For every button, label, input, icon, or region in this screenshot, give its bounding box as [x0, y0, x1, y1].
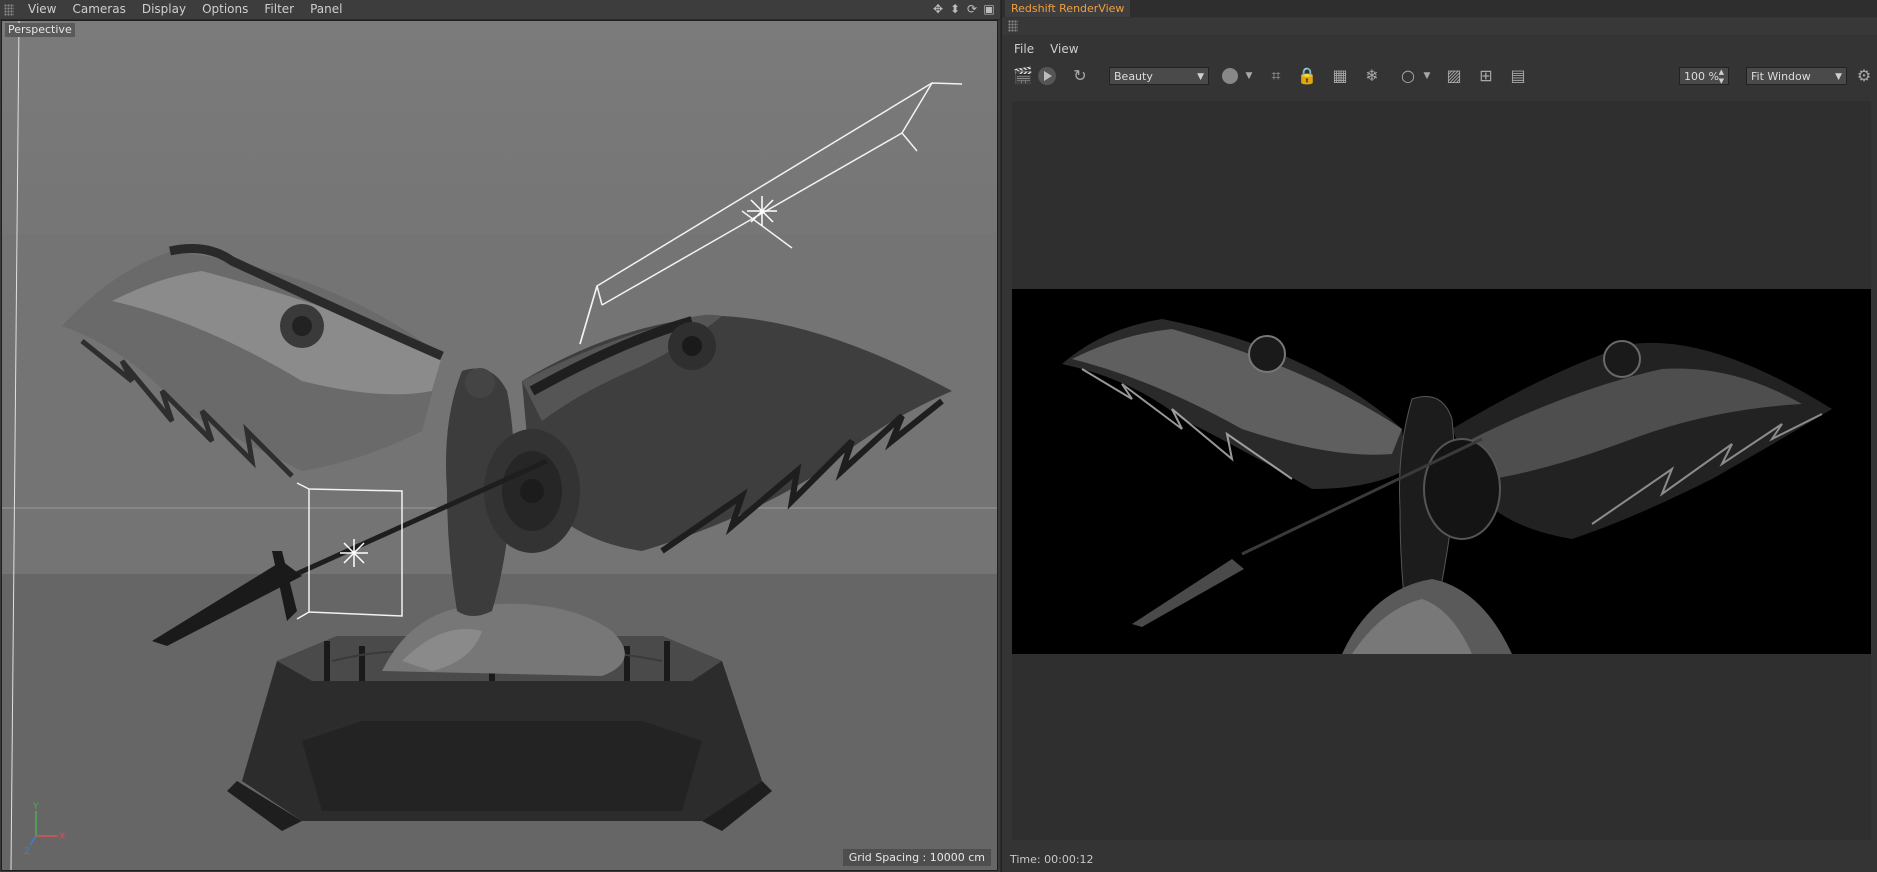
axis-y-label: Y	[32, 802, 39, 812]
zoom-field[interactable]: 100 % ▲ ▼	[1679, 67, 1729, 85]
pv-icon[interactable]: ▤	[1507, 66, 1529, 86]
chevron-down-icon[interactable]: ▼	[1416, 66, 1438, 86]
axis-x-label: X	[59, 832, 65, 842]
refresh-icon[interactable]: ↻	[1069, 66, 1091, 86]
maximize-view-icon[interactable]: ▣	[982, 1, 996, 17]
play-render-icon[interactable]	[1036, 66, 1058, 86]
render-image-scene	[1062, 319, 1832, 654]
fit-mode-select[interactable]: Fit Window ▼	[1746, 67, 1847, 85]
gear-icon[interactable]: ⚙	[1853, 66, 1875, 86]
viewport-menubar: View Cameras Display Options Filter Pane…	[0, 0, 1000, 20]
panel-grip-icon[interactable]	[1008, 20, 1018, 32]
render-view-toolbar: 🎬 ↻ Beauty ▼ ▼ ⌗ 🔒 ▦ ❄ ○ ▼ ▨ ⊞ ▤ 100 % ▲…	[1002, 62, 1877, 90]
render-canvas[interactable]	[1012, 101, 1871, 840]
zoom-value: 100 %	[1684, 70, 1719, 83]
menu-panel[interactable]: Panel	[302, 0, 350, 19]
lock-icon[interactable]: 🔒	[1296, 66, 1318, 86]
viewport-nav-icons: ✥ ⬍ ⟳ ▣	[931, 1, 996, 17]
axis-z-label: Z	[24, 847, 30, 857]
render-view-menubar: File View	[1002, 40, 1087, 58]
dolly-view-icon[interactable]: ⬍	[948, 1, 962, 17]
light-star-icon-top[interactable]	[747, 196, 777, 226]
viewport-canvas[interactable]: Y X Z Perspective Grid Spacing : 10000 c…	[1, 20, 998, 871]
rotate-view-icon[interactable]: ⟳	[965, 1, 979, 17]
crop-icon[interactable]: ⌗	[1265, 66, 1287, 86]
snowflake-icon[interactable]: ❄	[1361, 66, 1383, 86]
menu-view[interactable]: View	[1042, 40, 1086, 59]
panel-grip-icon[interactable]	[4, 3, 14, 16]
menu-view[interactable]: View	[20, 0, 64, 19]
viewport-scene: Y X Z	[2, 21, 997, 870]
menu-cameras[interactable]: Cameras	[64, 0, 133, 19]
grid-spacing-readout: Grid Spacing : 10000 cm	[842, 849, 991, 866]
render-view-panel: Redshift RenderView File View 🎬 ↻ Beauty…	[1001, 0, 1877, 872]
aov-select-value: Beauty	[1114, 70, 1153, 83]
chevron-down-icon: ▼	[1197, 72, 1204, 82]
fit-mode-value: Fit Window	[1751, 70, 1811, 83]
render-view-gripbar	[1002, 18, 1877, 35]
render-time-status: Time: 00:00:12	[1010, 853, 1094, 866]
chevron-down-icon: ▼	[1835, 72, 1842, 82]
menu-options[interactable]: Options	[194, 0, 256, 19]
menu-file[interactable]: File	[1006, 40, 1042, 59]
viewport-camera-label[interactable]: Perspective	[5, 23, 75, 37]
aov-select[interactable]: Beauty ▼	[1109, 67, 1209, 85]
clapper-icon[interactable]: 🎬	[1012, 66, 1034, 86]
image-icon[interactable]: ▨	[1443, 66, 1465, 86]
stepper-icon[interactable]: ▲ ▼	[1719, 68, 1724, 86]
move-view-icon[interactable]: ✥	[931, 1, 945, 17]
render-image	[1012, 289, 1871, 654]
light-star-icon-left[interactable]	[340, 539, 368, 567]
add-snapshot-icon[interactable]: ⊞	[1475, 66, 1497, 86]
menu-filter[interactable]: Filter	[256, 0, 302, 19]
chevron-down-icon[interactable]: ▼	[1238, 66, 1260, 86]
render-view-titlebar: Redshift RenderView	[1002, 0, 1877, 17]
menu-display[interactable]: Display	[134, 0, 194, 19]
viewport-panel: View Cameras Display Options Filter Pane…	[0, 0, 1000, 872]
grid-icon[interactable]: ▦	[1329, 66, 1351, 86]
render-view-title-tab[interactable]: Redshift RenderView	[1005, 0, 1131, 17]
